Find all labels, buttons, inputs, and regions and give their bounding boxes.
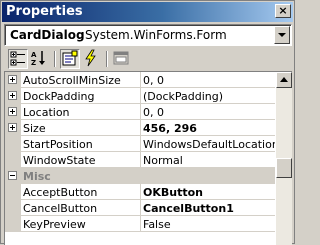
expand-icon[interactable] [8,123,17,132]
property-value[interactable]: 0, 0 [143,104,275,119]
close-icon: × [278,4,288,17]
properties-view-button[interactable] [60,49,80,69]
chevron-down-icon[interactable] [274,26,290,44]
scroll-thumb[interactable] [276,158,292,178]
property-value[interactable]: 456, 296 [143,120,275,135]
row-gutter [5,216,21,232]
svg-text:Z: Z [31,59,36,67]
property-row[interactable]: KeyPreview False [5,216,275,232]
property-name: Size [23,120,141,135]
property-row[interactable]: Location 0, 0 [5,104,275,120]
category-row[interactable]: Misc [5,168,275,184]
property-name: AutoScrollMinSize [23,72,141,87]
properties-icon [62,50,78,66]
row-gutter [5,200,21,216]
property-name: StartPosition [23,136,141,151]
svg-text:A: A [31,51,37,59]
category-label: Misc [23,170,51,183]
property-name: CancelButton [23,200,141,215]
toolbar-separator [106,51,108,67]
expand-icon[interactable] [8,75,17,84]
property-value[interactable]: (DockPadding) [143,88,275,103]
object-type: System.WinForms.Form [85,28,227,42]
property-name: Location [23,104,141,119]
expand-icon[interactable] [8,91,17,100]
property-pages-icon [113,51,129,65]
property-row[interactable]: WindowState Normal [5,152,275,168]
alphabetical-sort-icon: A Z [31,51,45,67]
property-value[interactable]: WindowsDefaultLocation [143,136,275,151]
row-gutter [5,88,21,104]
property-row[interactable]: AutoScrollMinSize 0, 0 [5,72,275,88]
property-grid: AutoScrollMinSize 0, 0 DockPadding (DockPad… [4,71,292,245]
categorized-view-button[interactable] [8,49,28,69]
property-row[interactable]: AcceptButton OKButton [5,184,275,200]
row-gutter [5,152,21,168]
alphabetical-view-button[interactable]: A Z [30,49,50,69]
object-name: CardDialog [10,28,85,42]
row-divider [21,231,275,232]
property-name: KeyPreview [23,216,141,231]
toolbar-separator [54,51,56,67]
property-row[interactable]: Size 456, 296 [5,120,275,136]
arrow-up-icon [280,77,288,82]
events-view-button[interactable] [82,49,102,69]
categorized-icon [10,51,25,66]
scroll-up-button[interactable] [276,72,292,88]
row-gutter [5,184,21,200]
property-value[interactable]: OKButton [143,184,275,199]
property-name: DockPadding [23,88,141,103]
property-row[interactable]: StartPosition WindowsDefaultLocation [5,136,275,152]
vertical-scrollbar[interactable] [276,72,292,245]
row-gutter [5,72,21,88]
property-value[interactable]: False [143,216,275,231]
toolbar: A Z [4,48,292,70]
property-value[interactable]: Normal [143,152,275,167]
title-bar[interactable]: Properties × [2,2,293,22]
property-value[interactable]: CancelButton1 [143,200,275,215]
close-button[interactable]: × [275,4,291,18]
property-name: WindowState [23,152,141,167]
object-selector[interactable]: CardDialog System.WinForms.Form [4,24,292,46]
property-row[interactable]: CancelButton CancelButton1 [5,200,275,216]
properties-window: Properties × CardDialog System.WinForms.… [0,0,295,245]
property-name: AcceptButton [23,184,141,199]
property-value[interactable]: 0, 0 [143,72,275,87]
lightning-icon [85,49,96,67]
property-row[interactable]: DockPadding (DockPadding) [5,88,275,104]
property-pages-button[interactable] [112,49,132,69]
row-gutter [5,136,21,152]
collapse-icon[interactable] [8,171,17,180]
row-gutter [5,120,21,136]
window-title: Properties [6,4,83,19]
row-gutter [5,104,21,120]
expand-icon[interactable] [8,107,17,116]
